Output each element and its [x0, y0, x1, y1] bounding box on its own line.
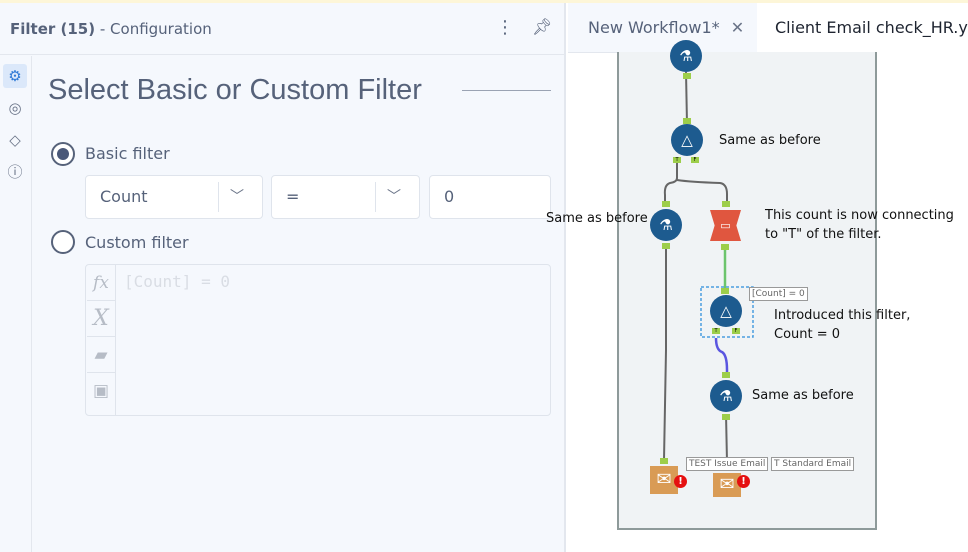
- true-port[interactable]: T: [673, 157, 681, 163]
- true-port[interactable]: T: [712, 328, 720, 334]
- email-label: TEST Issue Email: [686, 457, 769, 471]
- connection: [663, 243, 667, 461]
- connection: [685, 71, 688, 125]
- annotation: Same as before: [719, 133, 821, 148]
- input-port[interactable]: [721, 288, 729, 294]
- false-port[interactable]: F: [732, 328, 740, 334]
- formula-tool-icon[interactable]: ⚗: [670, 40, 702, 72]
- annotation: Same as before: [546, 211, 648, 226]
- annotation: This count is now connecting: [765, 208, 954, 223]
- input-port[interactable]: [660, 458, 668, 464]
- annotation: Introduced this filter,: [774, 308, 911, 323]
- filter-tool-icon[interactable]: △: [671, 124, 703, 156]
- email-label: T Standard Email: [771, 457, 855, 471]
- connection: [725, 413, 728, 463]
- input-port[interactable]: [722, 372, 730, 378]
- annotation: Same as before: [752, 388, 854, 403]
- output-port[interactable]: [662, 243, 670, 249]
- error-icon: !: [737, 475, 750, 488]
- input-port[interactable]: [722, 201, 730, 207]
- filter-expression-label: [Count] = 0: [749, 287, 808, 301]
- annotation: Count = 0: [774, 327, 841, 342]
- annotation: to "T" of the filter.: [765, 227, 882, 242]
- formula-tool-icon[interactable]: ⚗: [710, 380, 742, 412]
- connection: [676, 179, 728, 206]
- false-port[interactable]: F: [691, 157, 699, 163]
- output-port[interactable]: [683, 73, 691, 79]
- output-port[interactable]: [721, 244, 729, 250]
- filter-tool-icon[interactable]: △: [710, 295, 742, 327]
- output-port[interactable]: [722, 414, 730, 420]
- connection: [663, 158, 678, 207]
- email-tool-icon[interactable]: ✉: [713, 473, 741, 497]
- count-records-tool-icon[interactable]: ▭: [710, 210, 741, 241]
- error-icon: !: [674, 475, 687, 488]
- formula-tool-icon[interactable]: ⚗: [650, 209, 682, 241]
- input-port[interactable]: [662, 201, 670, 207]
